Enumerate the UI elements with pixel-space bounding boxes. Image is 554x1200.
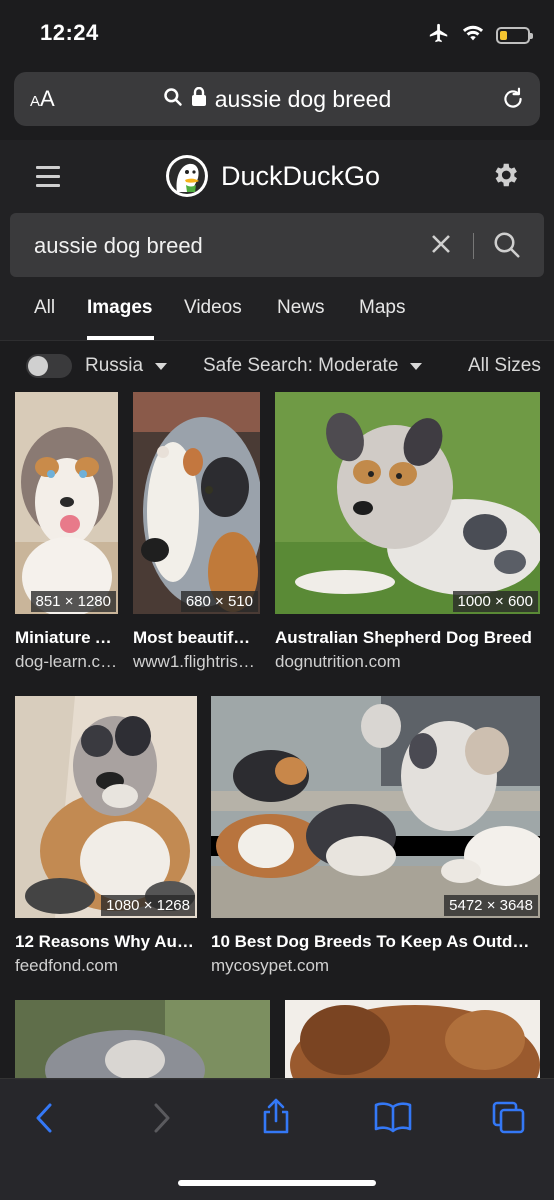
image-thumbnail[interactable]: 851 × 1280: [15, 392, 118, 614]
status-time: 12:24: [40, 20, 99, 45]
search-icon: [163, 86, 183, 113]
search-submit-icon[interactable]: [492, 230, 522, 265]
clear-icon[interactable]: [430, 233, 452, 260]
tab-images[interactable]: Images: [87, 297, 152, 319]
image-thumbnail[interactable]: 680 × 510: [133, 392, 260, 614]
reload-icon[interactable]: [500, 86, 526, 117]
gear-icon[interactable]: [490, 160, 520, 195]
tabs-icon[interactable]: [492, 1101, 526, 1140]
status-bar: 12:24: [0, 0, 554, 66]
result-title[interactable]: Most beautiful dog breeds: [133, 628, 258, 648]
image-result[interactable]: [285, 1000, 540, 1080]
image-result[interactable]: 851 × 1280 Miniature Australian Shepherd…: [15, 392, 118, 682]
result-title[interactable]: Miniature Australian Shepherd: [15, 628, 118, 648]
tab-all[interactable]: All: [34, 297, 55, 319]
size-filter[interactable]: All Sizes: [468, 355, 541, 377]
safe-search-filter[interactable]: Safe Search: Moderate: [203, 355, 423, 377]
image-result[interactable]: 1080 × 1268 12 Reasons Why Australian Sh…: [15, 696, 197, 986]
lock-icon: [191, 86, 207, 113]
home-indicator[interactable]: [178, 1180, 376, 1186]
browser-address-area: AA aussie dog breed: [0, 66, 554, 140]
image-thumbnail[interactable]: 5472 × 3648: [211, 696, 540, 918]
image-thumbnail[interactable]: 1080 × 1268: [15, 696, 197, 918]
tab-news[interactable]: News: [277, 297, 325, 319]
duck-logo-icon: [166, 155, 208, 197]
forward-icon[interactable]: [150, 1101, 176, 1140]
chevron-down-icon: [410, 362, 423, 370]
result-title[interactable]: Australian Shepherd Dog Breed: [275, 628, 540, 648]
filter-bar: Russia Safe Search: Moderate All Sizes: [0, 340, 554, 388]
battery-icon: [496, 27, 533, 44]
region-filter[interactable]: Russia: [85, 355, 168, 377]
menu-icon[interactable]: [36, 166, 60, 193]
address-bar[interactable]: AA aussie dog breed: [14, 72, 540, 126]
search-divider: [473, 233, 474, 259]
result-title[interactable]: 12 Reasons Why Australian Shepherds: [15, 932, 197, 952]
image-result[interactable]: 1000 × 600 Australian Shepherd Dog Breed…: [275, 392, 540, 682]
size-label: All Sizes: [468, 355, 541, 376]
result-domain: www1.flightrising.com: [133, 652, 258, 671]
region-label: Russia: [85, 355, 144, 376]
image-dimensions: 5472 × 3648: [444, 895, 538, 916]
chevron-down-icon: [155, 362, 168, 370]
result-domain: dog-learn.com: [15, 652, 118, 671]
ddg-logo[interactable]: DuckDuckGo: [165, 154, 380, 198]
safe-search-label: Safe Search: Moderate: [203, 355, 399, 376]
image-thumbnail[interactable]: 1000 × 600: [275, 392, 540, 614]
airplane-mode-icon: [428, 22, 450, 49]
ddg-header: DuckDuckGo aussie dog breed All Images V…: [0, 140, 554, 340]
image-dimensions: 680 × 510: [180, 591, 258, 612]
brand-name: DuckDuckGo: [221, 160, 381, 191]
region-toggle[interactable]: [26, 354, 72, 378]
url-text: aussie dog breed: [214, 85, 392, 112]
image-result[interactable]: 680 × 510 Most beautiful dog breeds www1…: [133, 392, 260, 682]
result-domain: dognutrition.com: [275, 652, 401, 671]
image-dimensions: 1080 × 1268: [101, 895, 195, 916]
image-thumbnail[interactable]: [285, 1000, 540, 1080]
result-domain: feedfond.com: [15, 956, 119, 975]
bookmarks-icon[interactable]: [374, 1101, 412, 1138]
image-dimensions: 1000 × 600: [452, 591, 538, 612]
tab-videos[interactable]: Videos: [184, 297, 242, 319]
result-domain: mycosypet.com: [211, 956, 330, 975]
search-box[interactable]: aussie dog breed: [10, 213, 544, 277]
status-icons: [428, 22, 533, 49]
image-result[interactable]: 5472 × 3648 10 Best Dog Breeds To Keep A…: [211, 696, 540, 986]
wifi-icon: [462, 24, 484, 47]
result-title[interactable]: 10 Best Dog Breeds To Keep As Outdoor Pe…: [211, 932, 533, 952]
search-input[interactable]: aussie dog breed: [34, 233, 203, 259]
image-dimensions: 851 × 1280: [30, 591, 116, 612]
back-icon[interactable]: [30, 1101, 56, 1140]
image-thumbnail[interactable]: [15, 1000, 270, 1080]
share-icon[interactable]: [260, 1097, 292, 1140]
image-result[interactable]: [15, 1000, 270, 1080]
tab-maps[interactable]: Maps: [359, 297, 405, 319]
image-results-grid: 851 × 1280 Miniature Australian Shepherd…: [0, 390, 554, 1080]
